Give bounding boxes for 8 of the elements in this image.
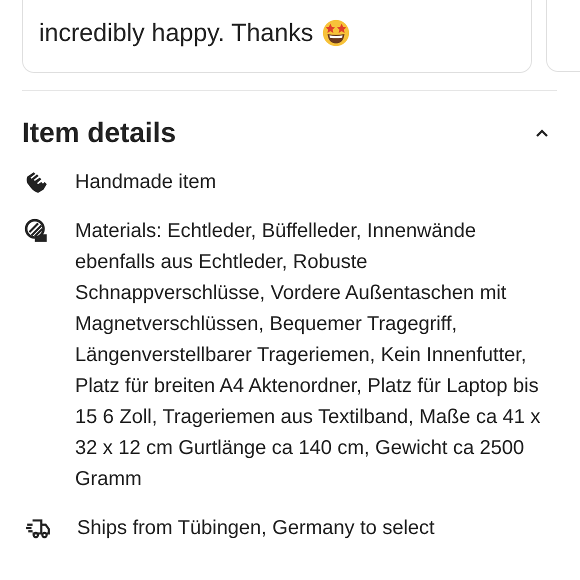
- section-title: Item details: [22, 117, 176, 149]
- detail-text: Handmade item: [75, 170, 216, 195]
- yarn-ball-icon: [24, 218, 50, 244]
- star-struck-emoji-icon: [321, 18, 352, 48]
- review-text: incredibly happy. Thanks: [39, 18, 314, 48]
- next-review-card: [546, 0, 580, 72]
- detail-text: Ships from Tübingen, Germany to select: [77, 516, 435, 541]
- detail-text: Materials: Echtleder, Büffelleder, Innenwände ebenfalls aus Echtleder, Robuste Schnappverschlüsse, Vordere Außentaschen mit Magnetverschlüssen, Bequemer Tragegriff, Längenverstellbarer Trageriemen, Kein Innenfutter, Platz für breiten A4 Aktenordner, Platz für Laptop bis 15 6 Zoll, Trageriemen aus Textilband, Maße ca 41 x 32 x 12 cm Gurtlänge ca 140 cm, Gewicht ca 2500 Gramm: [75, 219, 542, 492]
